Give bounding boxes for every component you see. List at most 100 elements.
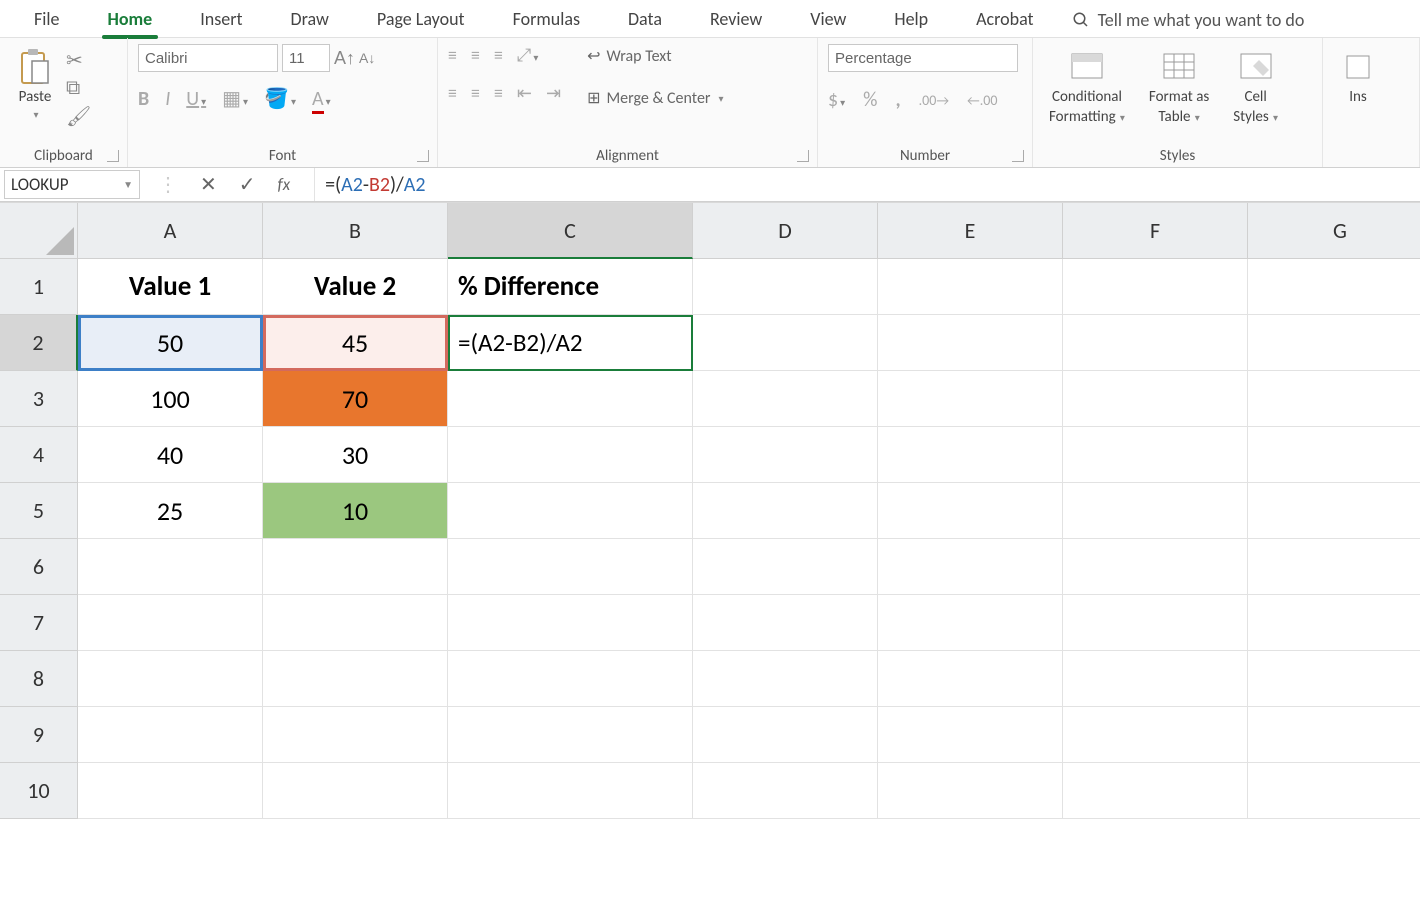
- cell-c2[interactable]: =(A2-B2)/A2: [448, 315, 693, 371]
- cell-g7[interactable]: [1248, 595, 1420, 651]
- clipboard-launcher[interactable]: [107, 150, 119, 162]
- align-top-icon[interactable]: ≡: [448, 44, 457, 66]
- cell-b2[interactable]: 45: [263, 315, 448, 371]
- cell-g10[interactable]: [1248, 763, 1420, 819]
- cell-e9[interactable]: [878, 707, 1063, 763]
- cell-b10[interactable]: [263, 763, 448, 819]
- increase-font-icon[interactable]: A↑: [334, 48, 355, 69]
- align-right-icon[interactable]: ≡: [494, 82, 503, 104]
- cancel-formula-button[interactable]: ✕: [200, 172, 217, 197]
- tab-insert[interactable]: Insert: [176, 2, 266, 38]
- row-header-9[interactable]: 9: [0, 707, 78, 763]
- tab-view[interactable]: View: [786, 2, 870, 38]
- comma-format-button[interactable]: ,: [895, 88, 900, 112]
- tab-home[interactable]: Home: [84, 2, 177, 38]
- cell-c4[interactable]: [448, 427, 693, 483]
- tab-review[interactable]: Review: [686, 2, 786, 38]
- tab-file[interactable]: File: [10, 2, 84, 38]
- cell-styles-button[interactable]: Cell Styles ▾: [1227, 44, 1284, 130]
- align-middle-icon[interactable]: ≡: [471, 44, 480, 66]
- row-header-2[interactable]: 2: [0, 315, 78, 371]
- cell-d1[interactable]: [693, 259, 878, 315]
- underline-button[interactable]: U▾: [186, 87, 206, 111]
- cell-b1[interactable]: Value 2: [263, 259, 448, 315]
- cell-g5[interactable]: [1248, 483, 1420, 539]
- tab-data[interactable]: Data: [604, 2, 686, 38]
- insert-omitted-button[interactable]: Ins: [1333, 44, 1383, 110]
- cell-d3[interactable]: [693, 371, 878, 427]
- cell-b4[interactable]: 30: [263, 427, 448, 483]
- accounting-format-button[interactable]: $▾: [828, 88, 845, 112]
- cell-f4[interactable]: [1063, 427, 1248, 483]
- spreadsheet-grid[interactable]: A B C D E F G 1 Value 1 Value 2 % Differ…: [0, 202, 1420, 819]
- paste-button[interactable]: Paste ▾: [10, 44, 60, 125]
- cell-f7[interactable]: [1063, 595, 1248, 651]
- wrap-text-button[interactable]: ↩ Wrap Text: [583, 44, 727, 68]
- cell-d2[interactable]: [693, 315, 878, 371]
- cell-d4[interactable]: [693, 427, 878, 483]
- cell-d6[interactable]: [693, 539, 878, 595]
- tab-help[interactable]: Help: [870, 2, 952, 38]
- cell-b5[interactable]: 10: [263, 483, 448, 539]
- cell-c7[interactable]: [448, 595, 693, 651]
- borders-button[interactable]: ▦▾: [222, 86, 248, 111]
- decrease-font-icon[interactable]: A↓: [359, 50, 375, 66]
- increase-indent-icon[interactable]: ⇥: [546, 82, 561, 104]
- copy-icon[interactable]: ⧉: [66, 77, 91, 100]
- cell-b9[interactable]: [263, 707, 448, 763]
- row-header-4[interactable]: 4: [0, 427, 78, 483]
- cell-c1[interactable]: % Difference: [448, 259, 693, 315]
- cell-a4[interactable]: 40: [78, 427, 263, 483]
- cell-g6[interactable]: [1248, 539, 1420, 595]
- align-left-icon[interactable]: ≡: [448, 82, 457, 104]
- decrease-decimal-button[interactable]: ←.00: [967, 92, 997, 109]
- cell-g4[interactable]: [1248, 427, 1420, 483]
- col-header-d[interactable]: D: [693, 203, 878, 259]
- format-as-table-button[interactable]: Format as Table ▾: [1143, 44, 1215, 130]
- tell-me-search[interactable]: Tell me what you want to do: [1072, 9, 1305, 31]
- cell-c5[interactable]: [448, 483, 693, 539]
- font-size-combo[interactable]: [282, 44, 330, 72]
- cell-a8[interactable]: [78, 651, 263, 707]
- cell-b6[interactable]: [263, 539, 448, 595]
- row-header-7[interactable]: 7: [0, 595, 78, 651]
- cell-f1[interactable]: [1063, 259, 1248, 315]
- cell-e7[interactable]: [878, 595, 1063, 651]
- cell-d7[interactable]: [693, 595, 878, 651]
- cell-c8[interactable]: [448, 651, 693, 707]
- fx-icon[interactable]: fx: [278, 174, 291, 195]
- cell-e2[interactable]: [878, 315, 1063, 371]
- cell-f6[interactable]: [1063, 539, 1248, 595]
- tab-draw[interactable]: Draw: [267, 2, 353, 38]
- cut-icon[interactable]: ✂: [66, 48, 91, 73]
- cell-e3[interactable]: [878, 371, 1063, 427]
- col-header-c[interactable]: C: [448, 203, 693, 259]
- orientation-icon[interactable]: ⤢▾: [517, 44, 538, 66]
- conditional-formatting-button[interactable]: Conditional Formatting ▾: [1043, 44, 1131, 130]
- formula-bar[interactable]: =(A2-B2)/A2: [315, 168, 1420, 201]
- font-name-combo[interactable]: [138, 44, 278, 72]
- row-header-8[interactable]: 8: [0, 651, 78, 707]
- cell-a7[interactable]: [78, 595, 263, 651]
- tab-acrobat[interactable]: Acrobat: [952, 2, 1057, 38]
- merge-center-button[interactable]: ⊞ Merge & Center ▾: [583, 86, 727, 110]
- cell-b3[interactable]: 70: [263, 371, 448, 427]
- select-all-corner[interactable]: [0, 203, 78, 259]
- row-header-5[interactable]: 5: [0, 483, 78, 539]
- cell-a1[interactable]: Value 1: [78, 259, 263, 315]
- cell-e1[interactable]: [878, 259, 1063, 315]
- italic-button[interactable]: I: [165, 87, 170, 111]
- cell-a5[interactable]: 25: [78, 483, 263, 539]
- col-header-b[interactable]: B: [263, 203, 448, 259]
- cell-c6[interactable]: [448, 539, 693, 595]
- cell-c3[interactable]: [448, 371, 693, 427]
- font-launcher[interactable]: [417, 150, 429, 162]
- cell-g1[interactable]: [1248, 259, 1420, 315]
- alignment-launcher[interactable]: [797, 150, 809, 162]
- row-header-1[interactable]: 1: [0, 259, 78, 315]
- cell-c9[interactable]: [448, 707, 693, 763]
- bold-button[interactable]: B: [138, 87, 149, 111]
- cell-f2[interactable]: [1063, 315, 1248, 371]
- cell-d8[interactable]: [693, 651, 878, 707]
- cell-a10[interactable]: [78, 763, 263, 819]
